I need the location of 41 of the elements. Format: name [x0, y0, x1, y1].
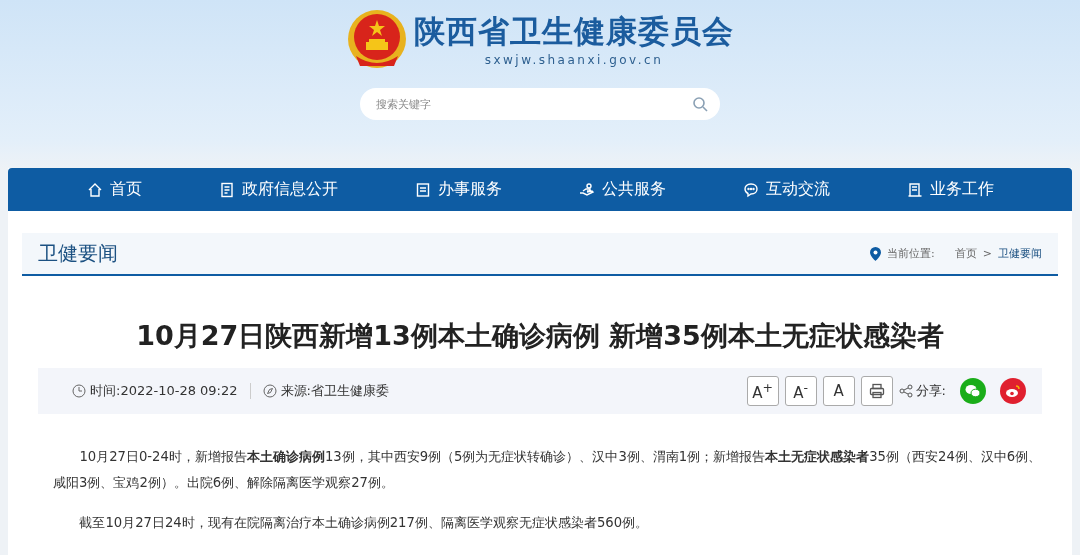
article-paragraph: 10月27日0-24时，新增报告本土确诊病例13例，其中西安9例（5例为无症状转确诊）、汉中3例、渭南1例；新增报告本土无症状感染者35例（西安24例、汉中6例、咸阳3例、宝鸡2例）。出院6例、解除隔离医学观察27例。: [53, 448, 1042, 492]
breadcrumb-separator: >: [982, 247, 992, 260]
publish-time: 时间:2022-10-28 09:22: [90, 382, 238, 400]
search-field[interactable]: 搜索关键字: [360, 88, 720, 120]
emblem-logo: [346, 8, 408, 70]
site-domain: sxwjw.shaanxi.gov.cn: [484, 53, 664, 67]
form-icon: [414, 181, 431, 198]
breadcrumb-link[interactable]: 首页: [954, 246, 977, 261]
eye-icon: [1005, 384, 1021, 398]
article-title: 10月27日陕西新增13例本土确诊病例 新增35例本土无症状感染者: [135, 319, 945, 353]
home-icon: [86, 181, 103, 198]
nav-item[interactable]: 办事服务: [414, 179, 502, 200]
article-paragraph: 截至10月27日24时，现有在院隔离治疗本土确诊病例217例、隔离医学观察无症状感染者560例。: [78, 514, 650, 532]
chat-bubbles-icon: [965, 384, 981, 398]
site-name: 陕西省卫生健康委员会: [414, 12, 734, 51]
search-icon[interactable]: [692, 96, 708, 112]
article-source: 来源:省卫生健康委: [280, 382, 389, 400]
font-size-button[interactable]: A$^{-}$: [784, 376, 817, 406]
font-size-button[interactable]: A: [822, 376, 855, 406]
section-title: 卫健要闻: [38, 240, 118, 267]
wechat-share-button[interactable]: [960, 378, 986, 404]
clock-icon: [72, 384, 86, 398]
font-size-button[interactable]: A$^{+}$: [746, 376, 779, 406]
hand-icon: [578, 181, 595, 198]
document-icon: [218, 181, 235, 198]
book-icon: [906, 181, 923, 198]
nav-item[interactable]: 互动交流: [742, 179, 830, 200]
nav-item[interactable]: 公共服务: [578, 179, 666, 200]
compass-icon: [262, 384, 277, 398]
nav-item[interactable]: 首页: [86, 179, 142, 200]
printer-icon: [868, 383, 885, 399]
nav-item[interactable]: 政府信息公开: [218, 179, 338, 200]
chat-icon: [742, 181, 759, 198]
weibo-share-button[interactable]: [1000, 378, 1026, 404]
nav-item[interactable]: 业务工作: [906, 179, 994, 200]
location-label: 当前位置:: [887, 246, 935, 261]
location-pin-icon: [870, 246, 882, 261]
share-label: 分享:: [915, 382, 946, 400]
breadcrumb-link[interactable]: 卫健要闻: [998, 246, 1042, 261]
print-button[interactable]: [860, 376, 893, 406]
share-icon: [898, 384, 913, 398]
